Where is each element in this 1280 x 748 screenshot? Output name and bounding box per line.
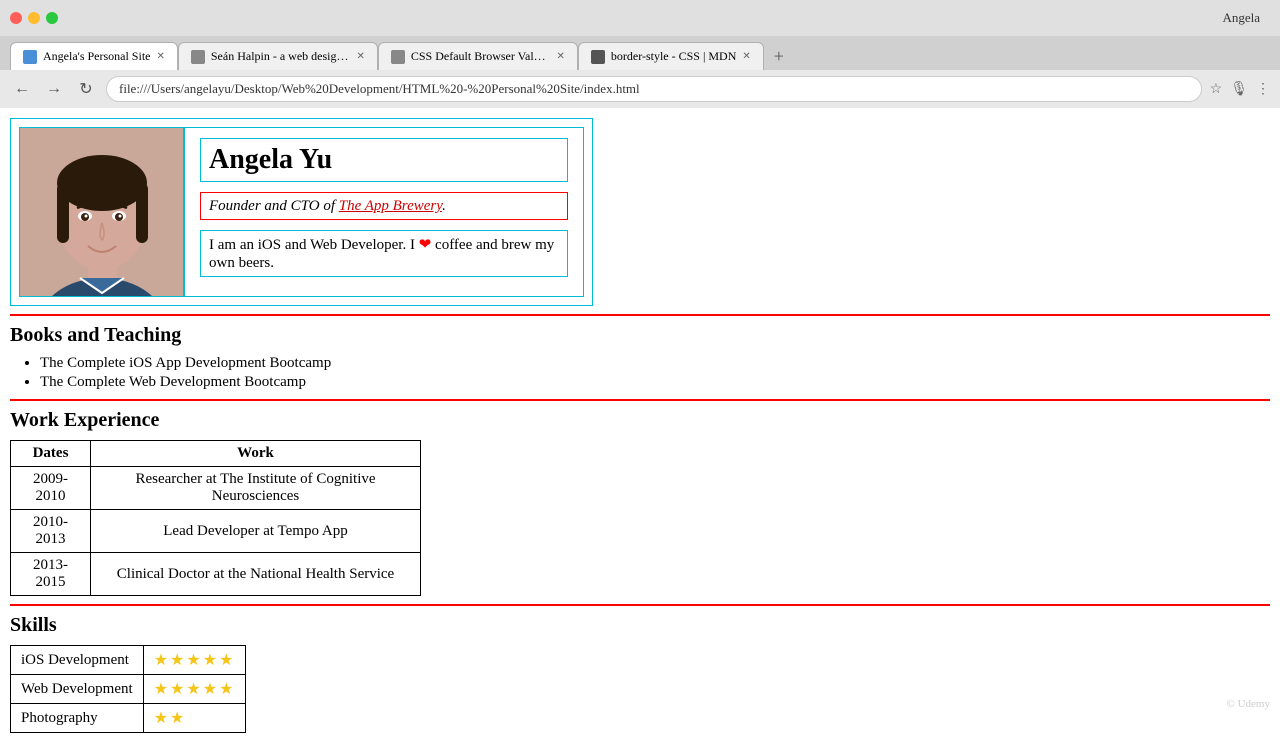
skill-stars: ★★ <box>143 704 246 733</box>
table-row: iOS Development ★★★★★ <box>11 646 246 675</box>
skills-heading: Skills <box>10 614 1270 637</box>
tab-bar: Angela's Personal Site ✕ Seán Halpin - a… <box>0 36 1280 70</box>
forward-button[interactable]: → <box>42 80 66 98</box>
tab-favicon <box>591 50 605 64</box>
books-section: Books and Teaching The Complete iOS App … <box>10 324 1270 391</box>
col-dates-header: Dates <box>11 441 91 467</box>
divider-3 <box>10 604 1270 606</box>
stars-display: ★★★★★ <box>154 681 236 698</box>
url-text: file:///Users/angelayu/Desktop/Web%20Dev… <box>119 81 1189 97</box>
col-work-header: Work <box>91 441 421 467</box>
table-row: 2013-2015 Clinical Doctor at the Nationa… <box>11 553 421 596</box>
skill-stars: ★★★★★ <box>143 675 246 704</box>
table-row: 2010-2013 Lead Developer at Tempo App <box>11 510 421 553</box>
title-box: Founder and CTO of The App Brewery. <box>200 192 568 220</box>
browser-window: Angela Angela's Personal Site ✕ Seán Hal… <box>0 0 1280 748</box>
window-controls <box>10 12 58 24</box>
tab-favicon <box>391 50 405 64</box>
divider-2 <box>10 399 1270 401</box>
dates-cell: 2013-2015 <box>11 553 91 596</box>
tab-label-border: border-style - CSS | MDN <box>611 49 737 64</box>
tab-sean-halpin[interactable]: Seán Halpin - a web designer... ✕ <box>178 42 378 70</box>
work-cell: Clinical Doctor at the National Health S… <box>91 553 421 596</box>
maximize-button[interactable] <box>46 12 58 24</box>
minimize-button[interactable] <box>28 12 40 24</box>
work-heading: Work Experience <box>10 409 1270 432</box>
title-prefix: Founder and CTO of <box>209 198 339 214</box>
tab-close-angela[interactable]: ✕ <box>156 51 164 62</box>
titlebar: Angela <box>0 0 1280 36</box>
bio-box: I am an iOS and Web Developer. I ❤ coffe… <box>200 230 568 277</box>
work-cell: Lead Developer at Tempo App <box>91 510 421 553</box>
udemy-watermark: © Udemy <box>1227 698 1271 710</box>
tab-css-defaults[interactable]: CSS Default Browser Values fo... ✕ <box>378 42 578 70</box>
mic-icon[interactable]: 🎙 <box>1230 81 1248 98</box>
skill-name: Photography <box>11 704 144 733</box>
toolbar-icons: ☆ 🎙 ⋮ <box>1210 81 1270 98</box>
tab-favicon <box>23 50 37 64</box>
back-button[interactable]: ← <box>10 80 34 98</box>
new-tab-button[interactable]: + <box>764 42 794 70</box>
tab-close-sean[interactable]: ✕ <box>356 51 364 62</box>
reload-button[interactable]: ↻ <box>74 79 98 99</box>
name-box: Angela Yu <box>200 138 568 182</box>
table-row: Photography ★★ <box>11 704 246 733</box>
profile-inner: Angela Yu Founder and CTO of The App Bre… <box>19 127 584 297</box>
page-content: Angela Yu Founder and CTO of The App Bre… <box>0 108 1280 748</box>
address-bar: ← → ↻ file:///Users/angelayu/Desktop/Web… <box>0 70 1280 108</box>
tab-favicon <box>191 50 205 64</box>
menu-icon[interactable]: ⋮ <box>1256 81 1270 98</box>
tab-border-style[interactable]: border-style - CSS | MDN ✕ <box>578 42 764 70</box>
info-box: Angela Yu Founder and CTO of The App Bre… <box>184 127 584 297</box>
books-heading: Books and Teaching <box>10 324 1270 347</box>
profile-photo <box>20 128 184 297</box>
work-table: Dates Work 2009-2010 Researcher at The I… <box>10 440 421 596</box>
dates-cell: 2009-2010 <box>11 467 91 510</box>
heart-emoji: ❤ <box>419 237 432 253</box>
profile-bio: I am an iOS and Web Developer. I ❤ coffe… <box>209 237 554 271</box>
stars-display: ★★ <box>154 710 187 727</box>
tab-close-css[interactable]: ✕ <box>556 51 564 62</box>
work-cell: Researcher at The Institute of Cognitive… <box>91 467 421 510</box>
photo-box <box>19 127 184 297</box>
profile-container: Angela Yu Founder and CTO of The App Bre… <box>10 118 593 306</box>
title-link[interactable]: The App Brewery <box>339 198 442 214</box>
table-row: Web Development ★★★★★ <box>11 675 246 704</box>
list-item: The Complete Web Development Bootcamp <box>40 374 1270 391</box>
tab-close-border[interactable]: ✕ <box>742 51 750 62</box>
stars-display: ★★★★★ <box>154 652 236 669</box>
url-bar[interactable]: file:///Users/angelayu/Desktop/Web%20Dev… <box>106 76 1202 102</box>
skill-name: iOS Development <box>11 646 144 675</box>
skill-name: Web Development <box>11 675 144 704</box>
list-item: The Complete iOS App Development Bootcam… <box>40 355 1270 372</box>
books-list: The Complete iOS App Development Bootcam… <box>40 355 1270 391</box>
bookmark-icon[interactable]: ☆ <box>1210 81 1223 98</box>
dates-cell: 2010-2013 <box>11 510 91 553</box>
skill-stars: ★★★★★ <box>143 646 246 675</box>
user-label: Angela <box>1222 10 1260 26</box>
work-section: Work Experience Dates Work 2009-2010 Res… <box>10 409 1270 596</box>
divider-1 <box>10 314 1270 316</box>
tab-angela-personal[interactable]: Angela's Personal Site ✕ <box>10 42 178 70</box>
skills-section: Skills iOS Development ★★★★★ Web Develop… <box>10 614 1270 733</box>
tab-label-angela: Angela's Personal Site <box>43 49 150 64</box>
tab-label-css: CSS Default Browser Values fo... <box>411 49 551 64</box>
close-button[interactable] <box>10 12 22 24</box>
table-row: 2009-2010 Researcher at The Institute of… <box>11 467 421 510</box>
tab-label-sean: Seán Halpin - a web designer... <box>211 49 351 64</box>
profile-name: Angela Yu <box>209 144 332 175</box>
table-header-row: Dates Work <box>11 441 421 467</box>
profile-title: Founder and CTO of The App Brewery. <box>209 198 446 214</box>
